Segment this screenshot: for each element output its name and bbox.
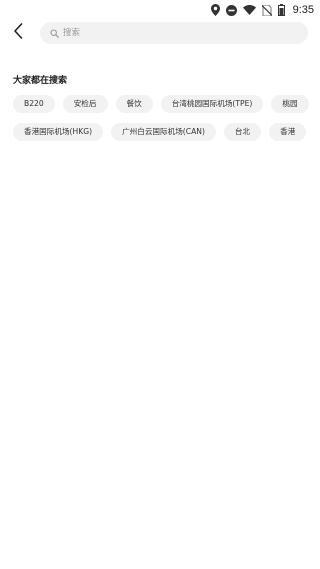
search-tag[interactable]: 桃园 bbox=[271, 95, 309, 113]
popular-searches-list: B220 安检后 餐饮 台湾桃园国际机场(TPE) 桃园 香港国际机场(HKG)… bbox=[13, 95, 320, 151]
popular-searches-title: 大家都在搜索 bbox=[13, 76, 68, 86]
status-time: 9:35 bbox=[292, 4, 314, 16]
search-tag[interactable]: 台北 bbox=[223, 123, 262, 141]
search-tag[interactable]: 餐饮 bbox=[115, 95, 153, 113]
battery-icon bbox=[277, 4, 285, 16]
tag-row: B220 安检后 餐饮 台湾桃园国际机场(TPE) 桃园 bbox=[13, 95, 320, 113]
chevron-left-icon bbox=[13, 23, 23, 43]
search-tag[interactable]: 广州白云国际机场(CAN) bbox=[111, 123, 216, 141]
status-icons: 9:35 bbox=[210, 2, 314, 18]
search-tag[interactable]: 安检后 bbox=[62, 95, 108, 113]
tag-row: 香港国际机场(HKG) 广州白云国际机场(CAN) 台北 香港 bbox=[13, 123, 320, 141]
location-icon bbox=[210, 4, 220, 16]
search-tag[interactable]: 香港国际机场(HKG) bbox=[13, 123, 104, 141]
no-sim-icon bbox=[261, 4, 272, 16]
search-input[interactable] bbox=[63, 23, 293, 43]
do-not-disturb-icon bbox=[225, 4, 237, 16]
status-bar: 9:35 bbox=[0, 0, 320, 20]
search-tag[interactable]: 台湾桃园国际机场(TPE) bbox=[160, 95, 264, 113]
search-tag[interactable]: B220 bbox=[13, 95, 55, 113]
back-button[interactable] bbox=[8, 22, 28, 44]
wifi-icon bbox=[242, 5, 256, 15]
search-icon bbox=[50, 28, 59, 38]
search-bar[interactable] bbox=[40, 22, 308, 44]
search-tag[interactable]: 香港 bbox=[269, 123, 307, 141]
